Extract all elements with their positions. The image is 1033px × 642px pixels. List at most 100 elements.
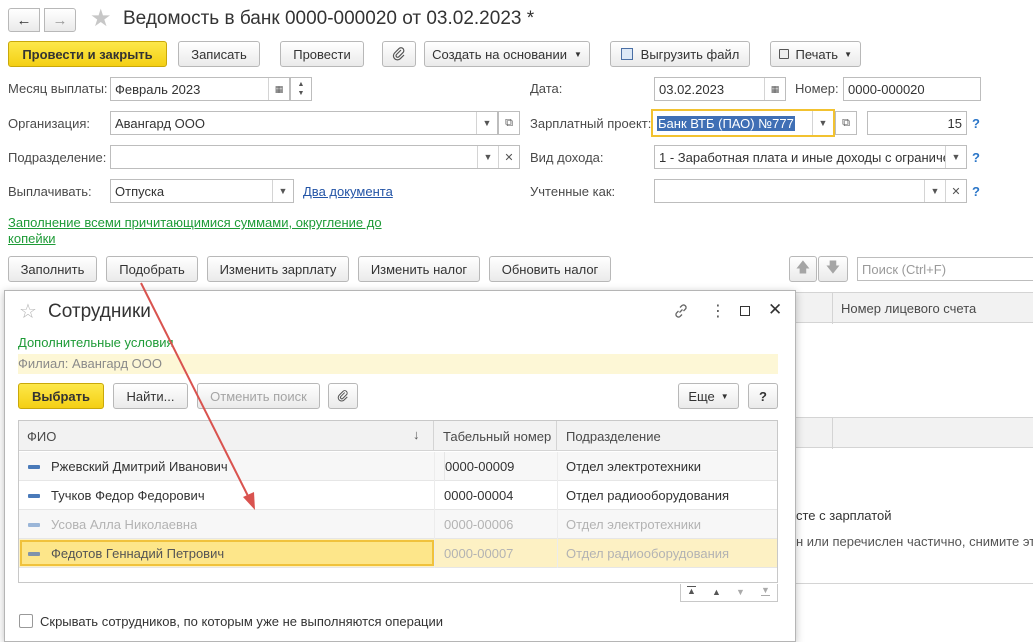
counted-as-field[interactable]: ▼ ✕ bbox=[654, 179, 967, 203]
scroll-to-top-icon[interactable]: ▲ bbox=[687, 586, 696, 596]
grid-navigation: ▲ ▲ ▼ ▼ bbox=[680, 584, 778, 602]
employee-icon bbox=[28, 523, 40, 527]
employee-department: Отдел радиооборудования bbox=[566, 546, 730, 561]
post-button[interactable]: Провести bbox=[280, 41, 364, 67]
create-based-on-button[interactable]: Создать на основании ▼ bbox=[424, 41, 590, 67]
fill-settings-link-line2: копейки bbox=[8, 231, 56, 246]
table-row[interactable]: Усова Алла Николаевна 0000-00006 Отдел э… bbox=[19, 510, 777, 539]
employee-tab-number: 0000-00006 bbox=[444, 517, 514, 532]
help-button[interactable]: ? bbox=[748, 383, 778, 409]
attach-button[interactable] bbox=[382, 41, 416, 67]
link-icon[interactable] bbox=[673, 303, 689, 322]
scroll-to-bottom-icon[interactable]: ▼ bbox=[761, 586, 770, 596]
pick-button[interactable]: Подобрать bbox=[106, 256, 198, 282]
export-icon bbox=[620, 48, 633, 60]
help-question-icon[interactable]: ? bbox=[972, 184, 980, 199]
employee-icon bbox=[28, 465, 40, 469]
salary-project-field[interactable]: Банк ВТБ (ПАО) №777 ▼ bbox=[651, 109, 835, 137]
bg-divider bbox=[796, 583, 1033, 584]
dropdown-arrow-icon[interactable]: ▼ bbox=[924, 180, 945, 202]
cancel-search-button[interactable]: Отменить поиск bbox=[197, 383, 320, 409]
step-up-icon[interactable]: ▲ bbox=[298, 80, 305, 89]
forward-button[interactable]: → bbox=[44, 8, 76, 32]
clear-icon[interactable]: ✕ bbox=[498, 146, 519, 168]
save-button[interactable]: Записать bbox=[178, 41, 260, 67]
employee-department: Отдел электротехники bbox=[566, 459, 701, 474]
clear-icon[interactable]: ✕ bbox=[945, 180, 966, 202]
find-button[interactable]: Найти... bbox=[113, 383, 188, 409]
maximize-icon[interactable] bbox=[740, 306, 750, 316]
employee-department: Отдел радиооборудования bbox=[566, 488, 730, 503]
dropdown-arrow-icon[interactable]: ▼ bbox=[812, 111, 833, 135]
organization-field[interactable]: Авангард ООО ▼ bbox=[110, 111, 498, 135]
favorite-star-icon[interactable]: ☆ bbox=[19, 299, 37, 324]
change-salary-button[interactable]: Изменить зарплату bbox=[207, 256, 349, 282]
favorite-star-icon[interactable]: ★ bbox=[90, 4, 112, 33]
table-row[interactable]: Ржевский Дмитрий Иванович 0000-00009 Отд… bbox=[19, 452, 777, 481]
dropdown-arrow-icon[interactable]: ▼ bbox=[945, 146, 966, 168]
more-label: Еще bbox=[688, 388, 715, 404]
attach-button[interactable] bbox=[328, 383, 358, 409]
update-tax-button[interactable]: Обновить налог bbox=[489, 256, 611, 282]
open-salary-project-button[interactable]: ⧉ bbox=[835, 111, 857, 135]
filter-bar: Филиал: Авангард ООО bbox=[18, 354, 778, 374]
employee-icon bbox=[28, 494, 40, 498]
employee-department: Отдел электротехники bbox=[566, 517, 701, 532]
fill-settings-link-line1: Заполнение всеми причитающимися суммами,… bbox=[8, 215, 382, 230]
open-organization-button[interactable]: ⧉ bbox=[498, 111, 520, 135]
pay-value: Отпуска bbox=[115, 183, 165, 199]
move-up-button[interactable]: 🡅 bbox=[789, 256, 817, 282]
table-row-selected[interactable]: Федотов Геннадий Петрович 0000-00007 Отд… bbox=[19, 539, 777, 568]
column-header-name[interactable]: ФИО ↓ bbox=[19, 421, 434, 451]
scroll-down-icon[interactable]: ▼ bbox=[736, 587, 745, 597]
fill-settings-link[interactable]: Заполнение всеми причитающимися суммами,… bbox=[8, 215, 398, 247]
date-value: 03.02.2023 bbox=[659, 81, 725, 97]
month-stepper[interactable]: ▲ ▼ bbox=[290, 77, 312, 101]
step-down-icon[interactable]: ▼ bbox=[298, 89, 305, 98]
two-documents-link[interactable]: Два документа bbox=[303, 184, 393, 199]
paperclip-icon bbox=[392, 47, 405, 61]
month-field[interactable]: Февраль 2023 ▦ bbox=[110, 77, 290, 101]
help-question-icon[interactable]: ? bbox=[972, 116, 980, 131]
dropdown-arrow-icon: ▼ bbox=[720, 391, 729, 401]
help-question-icon[interactable]: ? bbox=[972, 150, 980, 165]
dropdown-arrow-icon[interactable]: ▼ bbox=[272, 180, 293, 202]
column-header-department[interactable]: Подразделение bbox=[558, 421, 777, 451]
back-button[interactable]: ← bbox=[8, 8, 40, 32]
arrow-down-icon: 🡇 bbox=[825, 259, 841, 275]
fill-button[interactable]: Заполнить bbox=[8, 256, 97, 282]
income-type-field[interactable]: 1 - Заработная плата и иные доходы с огр… bbox=[654, 145, 967, 169]
number-field[interactable]: 0000-000020 bbox=[843, 77, 981, 101]
dropdown-arrow-icon[interactable]: ▼ bbox=[476, 112, 497, 134]
export-file-button[interactable]: Выгрузить файл bbox=[610, 41, 750, 67]
search-placeholder: Поиск (Ctrl+F) bbox=[862, 261, 947, 277]
column-header-tab-number[interactable]: Табельный номер bbox=[435, 421, 557, 451]
print-button[interactable]: Печать ▼ bbox=[770, 41, 861, 67]
scroll-up-icon[interactable]: ▲ bbox=[712, 587, 721, 597]
change-tax-button[interactable]: Изменить налог bbox=[358, 256, 480, 282]
pay-field[interactable]: Отпуска ▼ bbox=[110, 179, 294, 203]
calendar-icon[interactable]: ▦ bbox=[268, 78, 289, 100]
close-icon[interactable]: ✕ bbox=[768, 300, 782, 320]
move-down-button[interactable]: 🡇 bbox=[818, 256, 848, 282]
date-field[interactable]: 03.02.2023 ▦ bbox=[654, 77, 786, 101]
additional-conditions-link[interactable]: Дополнительные условия bbox=[18, 335, 174, 350]
hide-inactive-checkbox[interactable] bbox=[19, 614, 33, 628]
search-input[interactable]: Поиск (Ctrl+F) bbox=[857, 257, 1033, 281]
table-row[interactable]: Тучков Федор Федорович 0000-00004 Отдел … bbox=[19, 481, 777, 510]
number-label: Номер: bbox=[795, 81, 839, 96]
select-button[interactable]: Выбрать bbox=[18, 383, 104, 409]
dropdown-arrow-icon[interactable]: ▼ bbox=[477, 146, 498, 168]
post-and-close-button[interactable]: Провести и закрыть bbox=[8, 41, 167, 67]
hide-inactive-label[interactable]: Скрывать сотрудников, по которым уже не … bbox=[40, 614, 443, 629]
sort-descending-icon[interactable]: ↓ bbox=[413, 427, 420, 442]
column-header-department-label: Подразделение bbox=[566, 429, 661, 444]
more-vertical-icon[interactable]: ⋮ bbox=[710, 301, 726, 321]
export-label: Выгрузить файл bbox=[640, 46, 740, 62]
calendar-icon[interactable]: ▦ bbox=[764, 78, 785, 100]
account-number-column-header[interactable]: Номер лицевого счета bbox=[841, 301, 976, 316]
more-button[interactable]: Еще ▼ bbox=[678, 383, 739, 409]
create-based-on-label: Создать на основании bbox=[432, 46, 567, 62]
department-field[interactable]: ▼ ✕ bbox=[110, 145, 520, 169]
salary-project-code-field[interactable]: 15 bbox=[867, 111, 967, 135]
